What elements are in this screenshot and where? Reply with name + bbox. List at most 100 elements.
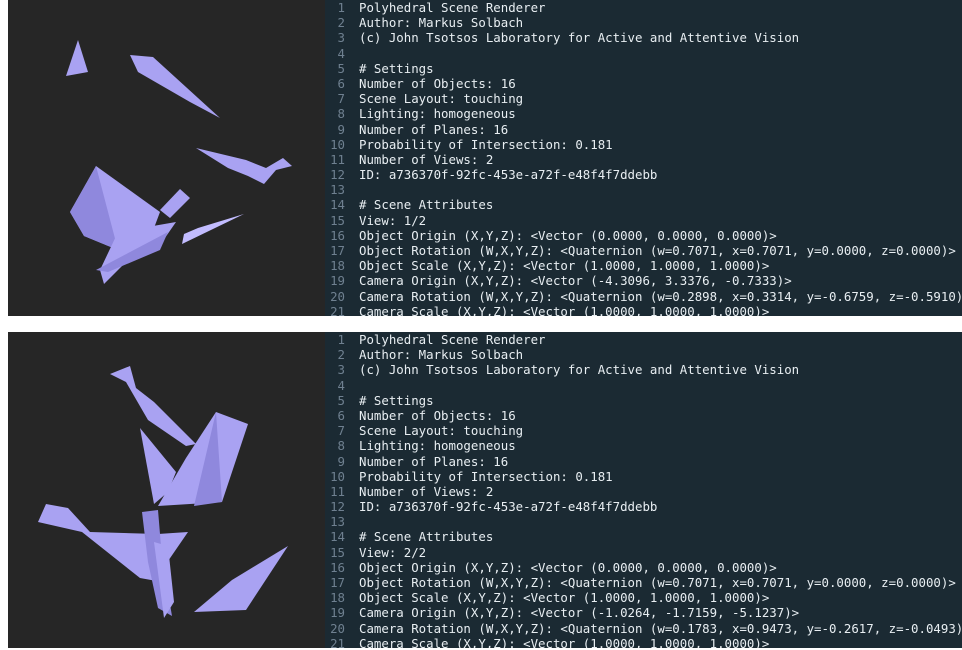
- code-line: 21 Camera Scale (X,Y,Z): <Vector (1.0000,…: [325, 304, 962, 316]
- line-number: 4: [337, 45, 345, 61]
- scene-view-2-panel: 1 Polyhedral Scene Renderer 2 Author: Mark…: [8, 332, 962, 648]
- code-line: 10 Probability of Intersection: 0.181: [325, 469, 962, 484]
- line-text: # Settings: [359, 392, 434, 408]
- line-text: Object Origin (X,Y,Z): <Vector (0.0000, …: [359, 227, 777, 243]
- code-line: 21 Camera Scale (X,Y,Z): <Vector (1.0000,…: [325, 636, 962, 648]
- line-number: 15: [330, 212, 345, 228]
- code-line: 4: [325, 378, 962, 393]
- code-line: 7 Scene Layout: touching: [325, 423, 962, 438]
- line-text: Number of Views: 2: [359, 483, 494, 499]
- code-line: 6 Number of Objects: 16: [325, 408, 962, 423]
- line-text: Object Rotation (W,X,Y,Z): <Quaternion (…: [359, 243, 956, 258]
- code-line: 19 Camera Origin (X,Y,Z): <Vector (-1.026…: [325, 605, 962, 620]
- line-number: 3: [337, 362, 345, 378]
- polygon-shard: [66, 40, 88, 76]
- scene-view-1-panel: 1 Polyhedral Scene Renderer 2 Author: Mark…: [8, 0, 962, 316]
- line-number: 19: [330, 605, 345, 621]
- code-line: 16 Object Origin (X,Y,Z): <Vector (0.0000…: [325, 560, 962, 575]
- code-line: 4: [325, 46, 962, 61]
- line-text: Scene Layout: touching: [359, 91, 524, 107]
- line-text: (c) John Tsotsos Laboratory for Active a…: [359, 30, 800, 46]
- line-text: Camera Origin (X,Y,Z): <Vector (-4.3096,…: [359, 273, 792, 289]
- scene-metadata-view-1: 1 Polyhedral Scene Renderer 2 Author: Mark…: [325, 0, 962, 316]
- code-line: 6 Number of Objects: 16: [325, 76, 962, 91]
- line-number: 18: [330, 258, 345, 274]
- line-text: Polyhedral Scene Renderer: [359, 332, 546, 347]
- line-number: 16: [330, 559, 345, 575]
- code-line: 20 Camera Rotation (W,X,Y,Z): <Quaternion…: [325, 289, 962, 304]
- code-line: 3 (c) John Tsotsos Laboratory for Active …: [325, 30, 962, 45]
- line-number: 5: [337, 60, 345, 76]
- polyhedra-render-2: [38, 366, 288, 618]
- polygon-shard: [130, 55, 220, 118]
- code-line: 8 Lighting: homogeneous: [325, 106, 962, 121]
- line-number: 16: [330, 227, 345, 243]
- line-text: Scene Layout: touching: [359, 423, 524, 439]
- polygon-shard: [160, 189, 190, 218]
- polygon-shard: [182, 214, 244, 244]
- line-number: 12: [330, 499, 345, 515]
- line-number: 9: [337, 453, 345, 469]
- line-number: 20: [330, 620, 345, 636]
- line-number: 6: [337, 407, 345, 423]
- line-text: Lighting: homogeneous: [359, 438, 516, 454]
- code-line: 9 Number of Planes: 16: [325, 454, 962, 469]
- code-line: 10 Probability of Intersection: 0.181: [325, 137, 962, 152]
- code-line: 1 Polyhedral Scene Renderer: [325, 0, 962, 15]
- line-number: 2: [337, 347, 345, 363]
- line-text: Number of Views: 2: [359, 151, 494, 167]
- line-number: 17: [330, 243, 345, 258]
- code-line: 14 # Scene Attributes: [325, 197, 962, 212]
- code-line: 18 Object Scale (X,Y,Z): <Vector (1.0000,…: [325, 590, 962, 605]
- line-number: 21: [330, 635, 345, 648]
- line-number: 11: [330, 483, 345, 499]
- line-text: Number of Objects: 16: [359, 75, 516, 91]
- line-text: # Scene Attributes: [359, 197, 494, 213]
- line-number: 14: [330, 197, 345, 213]
- line-number: 15: [330, 544, 345, 560]
- line-number: 7: [337, 91, 345, 107]
- line-number: 3: [337, 30, 345, 46]
- line-text: Camera Origin (X,Y,Z): <Vector (-1.0264,…: [359, 605, 800, 621]
- line-text: Author: Markus Solbach: [359, 347, 524, 363]
- code-line: 17 Object Rotation (W,X,Y,Z): <Quaternion…: [325, 575, 962, 590]
- code-line: 12 ID: a736370f-92fc-453e-a72f-e48f4f7dde…: [325, 167, 962, 182]
- line-text: Camera Scale (X,Y,Z): <Vector (1.0000, 1…: [359, 303, 770, 316]
- line-number: 13: [330, 182, 345, 198]
- line-text: # Settings: [359, 60, 434, 76]
- line-text: Object Scale (X,Y,Z): <Vector (1.0000, 1…: [359, 590, 770, 606]
- line-text: Number of Planes: 16: [359, 453, 509, 469]
- line-text: (c) John Tsotsos Laboratory for Active a…: [359, 362, 800, 378]
- line-number: 9: [337, 121, 345, 137]
- line-number: 13: [330, 514, 345, 530]
- code-line: 20 Camera Rotation (W,X,Y,Z): <Quaternion…: [325, 621, 962, 636]
- code-line: 9 Number of Planes: 16: [325, 122, 962, 137]
- code-line: 5 # Settings: [325, 61, 962, 76]
- line-number: 17: [330, 575, 345, 590]
- scene-render-view-1: [8, 0, 325, 316]
- scene-metadata-view-2: 1 Polyhedral Scene Renderer 2 Author: Mark…: [325, 332, 962, 648]
- line-number: 1: [337, 332, 345, 347]
- line-text: Number of Objects: 16: [359, 407, 516, 423]
- line-number: 14: [330, 529, 345, 545]
- line-number: 8: [337, 106, 345, 122]
- code-line: 13: [325, 182, 962, 197]
- code-line: 11 Number of Views: 2: [325, 152, 962, 167]
- line-text: Object Scale (X,Y,Z): <Vector (1.0000, 1…: [359, 258, 770, 274]
- code-line: 12 ID: a736370f-92fc-453e-a72f-e48f4f7dde…: [325, 499, 962, 514]
- line-number: 21: [330, 303, 345, 316]
- code-line: 1 Polyhedral Scene Renderer: [325, 332, 962, 347]
- line-number: 4: [337, 377, 345, 393]
- line-number: 10: [330, 136, 345, 152]
- line-number: 10: [330, 468, 345, 484]
- line-text: # Scene Attributes: [359, 529, 494, 545]
- code-line: 11 Number of Views: 2: [325, 484, 962, 499]
- line-number: 18: [330, 590, 345, 606]
- line-number: 19: [330, 273, 345, 289]
- line-number: 12: [330, 167, 345, 183]
- code-line: 15 View: 2/2: [325, 545, 962, 560]
- line-text: Camera Rotation (W,X,Y,Z): <Quaternion (…: [359, 288, 962, 304]
- line-text: Object Rotation (W,X,Y,Z): <Quaternion (…: [359, 575, 956, 590]
- line-number: 5: [337, 392, 345, 408]
- code-line: 5 # Settings: [325, 393, 962, 408]
